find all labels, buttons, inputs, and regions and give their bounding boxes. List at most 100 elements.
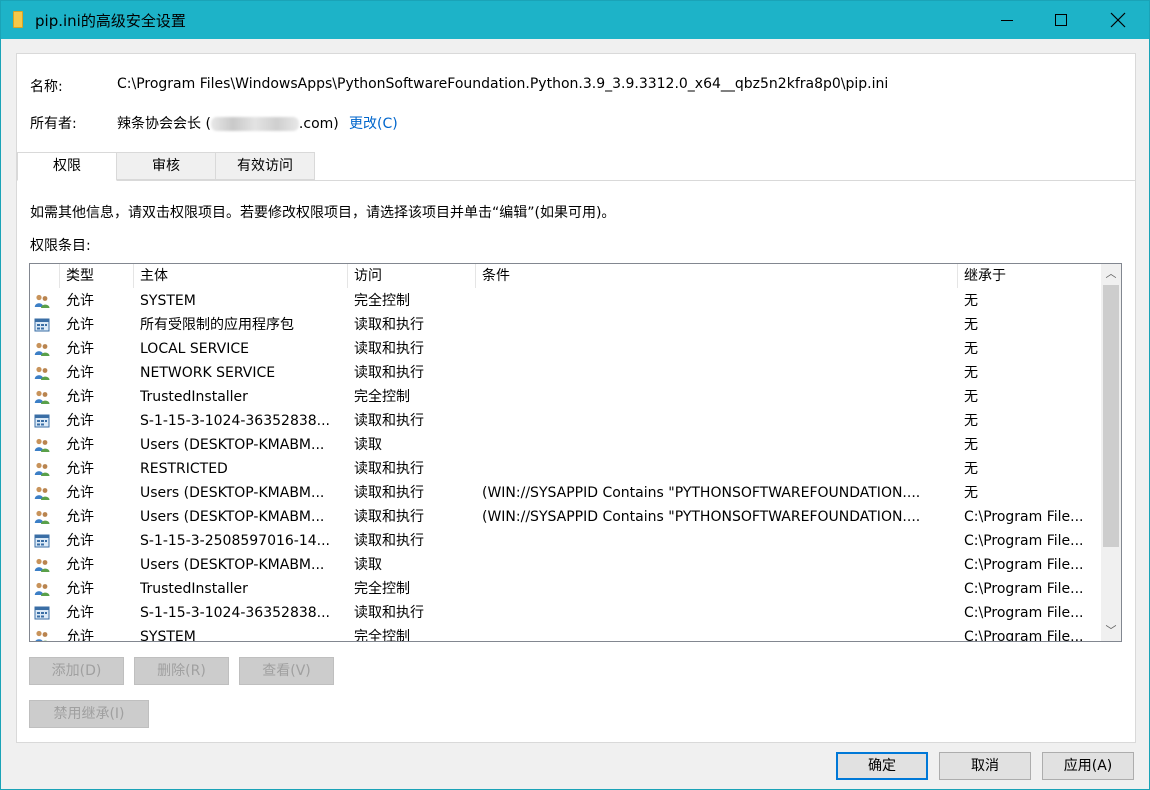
cell-principal: S-1-15-3-2508597016-14... bbox=[140, 533, 331, 549]
cell-condition bbox=[482, 553, 956, 577]
cell-condition bbox=[482, 385, 956, 409]
user-group-icon bbox=[34, 438, 50, 452]
table-row[interactable]: 允许 Users (DESKTOP-KMABM... 读取 无 bbox=[30, 433, 1102, 457]
close-button[interactable] bbox=[1091, 1, 1145, 39]
cell-inherited: C:\Program File... bbox=[964, 605, 1084, 621]
cell-principal: TrustedInstaller bbox=[140, 581, 248, 597]
table-row[interactable]: 允许 SYSTEM 完全控制 C:\Program File... bbox=[30, 625, 1102, 642]
column-header-condition[interactable]: 条件 bbox=[476, 264, 958, 288]
table-row[interactable]: 允许 SYSTEM 完全控制 无 bbox=[30, 289, 1102, 313]
cell-principal: RESTRICTED bbox=[140, 461, 228, 477]
cell-inherited: C:\Program File... bbox=[964, 509, 1084, 525]
cell-condition: (WIN://SYSAPPID Contains "PYTHONSOFTWARE… bbox=[482, 485, 921, 501]
app-package-icon bbox=[34, 534, 50, 548]
cell-inherited: 无 bbox=[964, 341, 978, 357]
tab-permissions[interactable]: 权限 bbox=[17, 152, 117, 181]
cell-type: 允许 bbox=[66, 557, 94, 573]
add-button[interactable]: 添加(D) bbox=[29, 657, 124, 685]
cell-access: 读取和执行 bbox=[354, 413, 424, 429]
cell-access: 读取 bbox=[354, 437, 382, 453]
cell-access: 读取和执行 bbox=[354, 533, 424, 549]
table-row[interactable]: 允许 S-1-15-3-1024-36352838... 读取和执行 无 bbox=[30, 409, 1102, 433]
table-row[interactable]: 允许 S-1-15-3-1024-36352838... 读取和执行 C:\Progr… bbox=[30, 601, 1102, 625]
disable-inheritance-button[interactable]: 禁用继承(I) bbox=[29, 700, 149, 728]
cell-inherited: 无 bbox=[964, 413, 978, 429]
column-header-inherited[interactable]: 继承于 bbox=[958, 264, 1101, 288]
cell-condition bbox=[482, 577, 956, 601]
cell-type: 允许 bbox=[66, 509, 94, 525]
cell-access: 完全控制 bbox=[354, 389, 410, 405]
table-row[interactable]: 允许 LOCAL SERVICE 读取和执行 无 bbox=[30, 337, 1102, 361]
change-owner-link[interactable]: 更改(C) bbox=[349, 113, 398, 133]
table-row[interactable]: 允许 NETWORK SERVICE 读取和执行 无 bbox=[30, 361, 1102, 385]
title-bar[interactable]: pip.ini的高级安全设置 bbox=[1, 1, 1149, 39]
scrollbar-thumb[interactable] bbox=[1103, 285, 1119, 547]
info-text: 如需其他信息，请双击权限项目。若要修改权限项目，请选择该项目并单击“编辑”(如果… bbox=[30, 205, 616, 221]
cell-principal: 所有受限制的应用程序包 bbox=[140, 317, 294, 333]
cell-access: 读取和执行 bbox=[354, 485, 424, 501]
cell-inherited: C:\Program File... bbox=[964, 557, 1084, 573]
table-row[interactable]: 允许 Users (DESKTOP-KMABM... 读取和执行 (WIN://SYS… bbox=[30, 505, 1102, 529]
scroll-up-arrow-icon[interactable]: ︿ bbox=[1101, 264, 1121, 284]
view-button[interactable]: 查看(V) bbox=[239, 657, 334, 685]
table-row[interactable]: 允许 Users (DESKTOP-KMABM... 读取 C:\Program Fi… bbox=[30, 553, 1102, 577]
cell-inherited: 无 bbox=[964, 293, 978, 309]
maximize-button[interactable] bbox=[1035, 1, 1089, 39]
cell-principal: SYSTEM bbox=[140, 629, 196, 642]
cell-type: 允许 bbox=[66, 365, 94, 381]
apply-button[interactable]: 应用(A) bbox=[1042, 752, 1134, 780]
user-group-icon bbox=[34, 510, 50, 524]
column-header-access[interactable]: 访问 bbox=[348, 264, 476, 288]
vertical-scrollbar[interactable]: ︿ ﹀ bbox=[1101, 264, 1121, 641]
cell-type: 允许 bbox=[66, 413, 94, 429]
column-header-principal[interactable]: 主体 bbox=[134, 264, 348, 288]
owner-label: 所有者: bbox=[30, 116, 77, 132]
owner-email-suffix: .com) bbox=[298, 116, 339, 132]
cell-principal: S-1-15-3-1024-36352838... bbox=[140, 413, 331, 429]
cell-principal: Users (DESKTOP-KMABM... bbox=[140, 509, 325, 525]
column-header-type[interactable]: 类型 bbox=[60, 264, 134, 288]
cell-condition bbox=[482, 529, 956, 553]
dialog-window: pip.ini的高级安全设置 名称: C:\Program Files\Wind… bbox=[0, 0, 1150, 790]
cell-condition bbox=[482, 337, 956, 361]
cell-type: 允许 bbox=[66, 605, 94, 621]
cell-type: 允许 bbox=[66, 389, 94, 405]
cell-type: 允许 bbox=[66, 437, 94, 453]
name-label: 名称: bbox=[30, 79, 63, 95]
cell-condition bbox=[482, 625, 956, 641]
cell-principal: Users (DESKTOP-KMABM... bbox=[140, 485, 325, 501]
cell-type: 允许 bbox=[66, 629, 94, 642]
cell-type: 允许 bbox=[66, 341, 94, 357]
owner-name: 辣条协会会长 ( bbox=[117, 116, 211, 132]
ok-button[interactable]: 确定 bbox=[836, 752, 928, 780]
cell-access: 完全控制 bbox=[354, 293, 410, 309]
user-group-icon bbox=[34, 366, 50, 380]
table-row[interactable]: 允许 TrustedInstaller 完全控制 C:\Program File... bbox=[30, 577, 1102, 601]
table-row[interactable]: 允许 RESTRICTED 读取和执行 无 bbox=[30, 457, 1102, 481]
cell-inherited: C:\Program File... bbox=[964, 629, 1084, 642]
minimize-button[interactable] bbox=[981, 1, 1035, 39]
cell-type: 允许 bbox=[66, 581, 94, 597]
permission-entries-list[interactable]: 类型 主体 访问 条件 继承于 允许 SYSTEM 完全控制无允许 所有受限制的应用程… bbox=[29, 263, 1122, 642]
cell-condition bbox=[482, 289, 956, 313]
cell-condition bbox=[482, 433, 956, 457]
table-row[interactable]: 允许 S-1-15-3-2508597016-14... 读取和执行 C:\Progr… bbox=[30, 529, 1102, 553]
user-group-icon bbox=[34, 342, 50, 356]
remove-button[interactable]: 删除(R) bbox=[134, 657, 229, 685]
tab-auditing[interactable]: 审核 bbox=[116, 152, 216, 180]
cell-inherited: C:\Program File... bbox=[964, 533, 1084, 549]
cell-type: 允许 bbox=[66, 317, 94, 333]
cancel-button[interactable]: 取消 bbox=[939, 752, 1031, 780]
cell-principal: SYSTEM bbox=[140, 293, 196, 309]
table-row[interactable]: 允许 Users (DESKTOP-KMABM... 读取和执行 (WIN://SYS… bbox=[30, 481, 1102, 505]
app-package-icon bbox=[34, 414, 50, 428]
tab-effective-access[interactable]: 有效访问 bbox=[215, 152, 315, 180]
redacted-email bbox=[210, 117, 299, 131]
cell-access: 读取和执行 bbox=[354, 509, 424, 525]
owner-value: 辣条协会会长 ( .com) bbox=[117, 113, 339, 133]
table-row[interactable]: 允许 所有受限制的应用程序包 读取和执行 无 bbox=[30, 313, 1102, 337]
column-header-icon[interactable] bbox=[30, 264, 60, 288]
user-group-icon bbox=[34, 462, 50, 476]
scroll-down-arrow-icon[interactable]: ﹀ bbox=[1101, 621, 1121, 641]
table-row[interactable]: 允许 TrustedInstaller 完全控制 无 bbox=[30, 385, 1102, 409]
